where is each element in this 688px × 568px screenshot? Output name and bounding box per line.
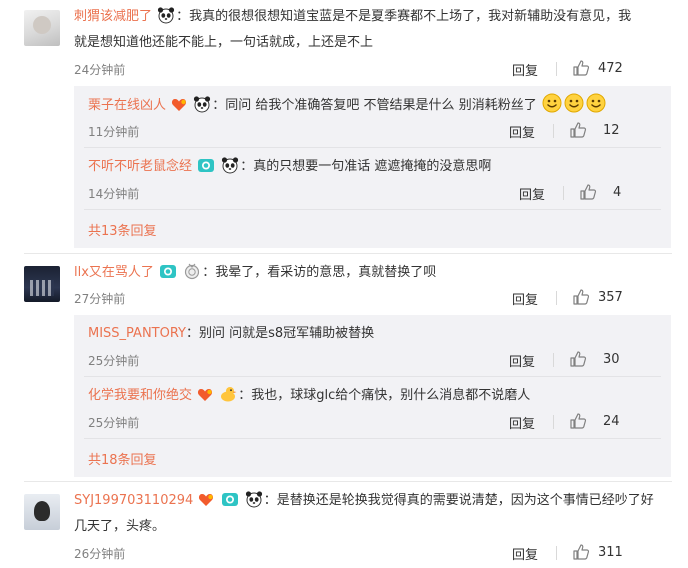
reply-item: 不听不听老鼠念经 ：真的只想要一句准话 遮遮掩掩的没意思啊 14分钟前 回复 4 [74,148,671,210]
heart-icon [199,494,214,506]
reply-item: MISS_PANTORY：别问 问就是s8冠军辅助被替换 25分钟前 回复 30 [74,315,671,377]
comment-text: llx又在骂人了 ：我晕了，看采访的意思，真就替换了呗 [74,260,660,286]
reply-button[interactable]: 回复 [509,351,535,370]
smile-emoji [586,93,606,113]
like-count: 311 [598,544,623,560]
reply-time: 25分钟前 [88,416,140,430]
username-link[interactable]: 不听不听老鼠念经 [88,159,192,174]
username-link[interactable]: 刺猬该减肥了 [74,9,152,24]
like-button[interactable]: 30 [569,350,620,368]
reply-item: 栗子在线凶人 ：同问 给我个准确答复吧 不管结果是什么 别消耗粉丝了 11分钟前… [74,86,671,148]
replies-panel: 栗子在线凶人 ：同问 给我个准确答复吧 不管结果是什么 别消耗粉丝了 11分钟前… [74,86,671,248]
comment-text: 刺猬该减肥了 ：我真的很想很想知道宝蓝是不是夏季赛都不上场了，我对新辅助没有意见… [74,4,660,56]
medal-icon [185,263,200,280]
like-button[interactable]: 472 [572,59,623,77]
like-button[interactable]: 4 [579,183,621,201]
comment-time: 26分钟前 [74,547,126,561]
reply-button[interactable]: 回复 [512,544,538,563]
comment-text: SYJ199703110294 ：是替换还是轮换我觉得真的需要说清楚，因为这个事… [74,488,660,540]
username-link[interactable]: SYJ199703110294 [74,493,193,508]
username-link[interactable]: MISS_PANTORY [88,326,186,341]
smile-emoji [542,93,562,113]
like-count: 4 [613,184,622,200]
avatar[interactable] [24,266,60,302]
like-button[interactable]: 12 [569,121,620,139]
like-button[interactable]: 357 [572,288,623,306]
like-button[interactable]: 311 [572,543,623,561]
reply-item: 化学我要和你绝交 ：我也，球球glc给个痛快，别什么消息都不说磨人 25分钟前 … [74,377,671,439]
thumbs-up-icon [573,544,590,560]
smile-emoji [564,93,584,113]
panda-icon [222,157,239,174]
avatar[interactable] [24,494,60,530]
reply-time: 11分钟前 [88,125,140,139]
thumbs-up-icon [570,351,587,367]
like-count: 12 [603,122,620,138]
comment-time: 27分钟前 [74,292,126,306]
duck-icon [221,387,237,402]
reply-button[interactable]: 回复 [509,413,535,432]
like-count: 24 [603,413,620,429]
thumbs-up-icon [573,289,590,305]
thumbs-up-icon [570,413,587,429]
panda-icon [245,491,262,508]
heart-icon [172,99,187,111]
more-replies-link[interactable]: 共13条回复 [88,220,157,239]
camera-icon [160,265,177,278]
comment-time: 24分钟前 [74,63,126,77]
thumbs-up-icon [573,60,590,76]
username-link[interactable]: 栗子在线凶人 [88,98,166,113]
camera-icon [198,159,215,172]
camera-icon [221,493,238,506]
reply-button[interactable]: 回复 [509,122,535,141]
avatar[interactable] [24,10,60,46]
reply-text: 不听不听老鼠念经 ：真的只想要一句准话 遮遮掩掩的没意思啊 [88,155,661,179]
reply-button[interactable]: 回复 [512,289,538,308]
username-link[interactable]: 化学我要和你绝交 [88,388,192,403]
reply-text: MISS_PANTORY：别问 问就是s8冠军辅助被替换 [88,326,375,341]
reply-text: 栗子在线凶人 ：同问 给我个准确答复吧 不管结果是什么 别消耗粉丝了 [88,93,661,118]
reply-button[interactable]: 回复 [512,60,538,79]
like-count: 30 [603,351,620,367]
like-count: 357 [598,289,623,305]
reply-text: 化学我要和你绝交 ：我也，球球glc给个痛快，别什么消息都不说磨人 [88,384,661,408]
username-link[interactable]: llx又在骂人了 [74,265,154,280]
like-count: 472 [598,60,623,76]
reply-time: 25分钟前 [88,354,140,368]
more-replies-link[interactable]: 共18条回复 [88,449,157,468]
divider [24,481,672,482]
replies-panel: MISS_PANTORY：别问 问就是s8冠军辅助被替换 25分钟前 回复 30… [74,315,671,477]
divider [24,253,672,254]
heart-icon [198,389,213,401]
panda-icon [158,7,175,24]
thumbs-up-icon [570,122,587,138]
reply-button[interactable]: 回复 [519,184,545,203]
panda-icon [194,96,211,113]
thumbs-up-icon [580,184,597,200]
reply-time: 14分钟前 [88,187,140,201]
like-button[interactable]: 24 [569,412,620,430]
